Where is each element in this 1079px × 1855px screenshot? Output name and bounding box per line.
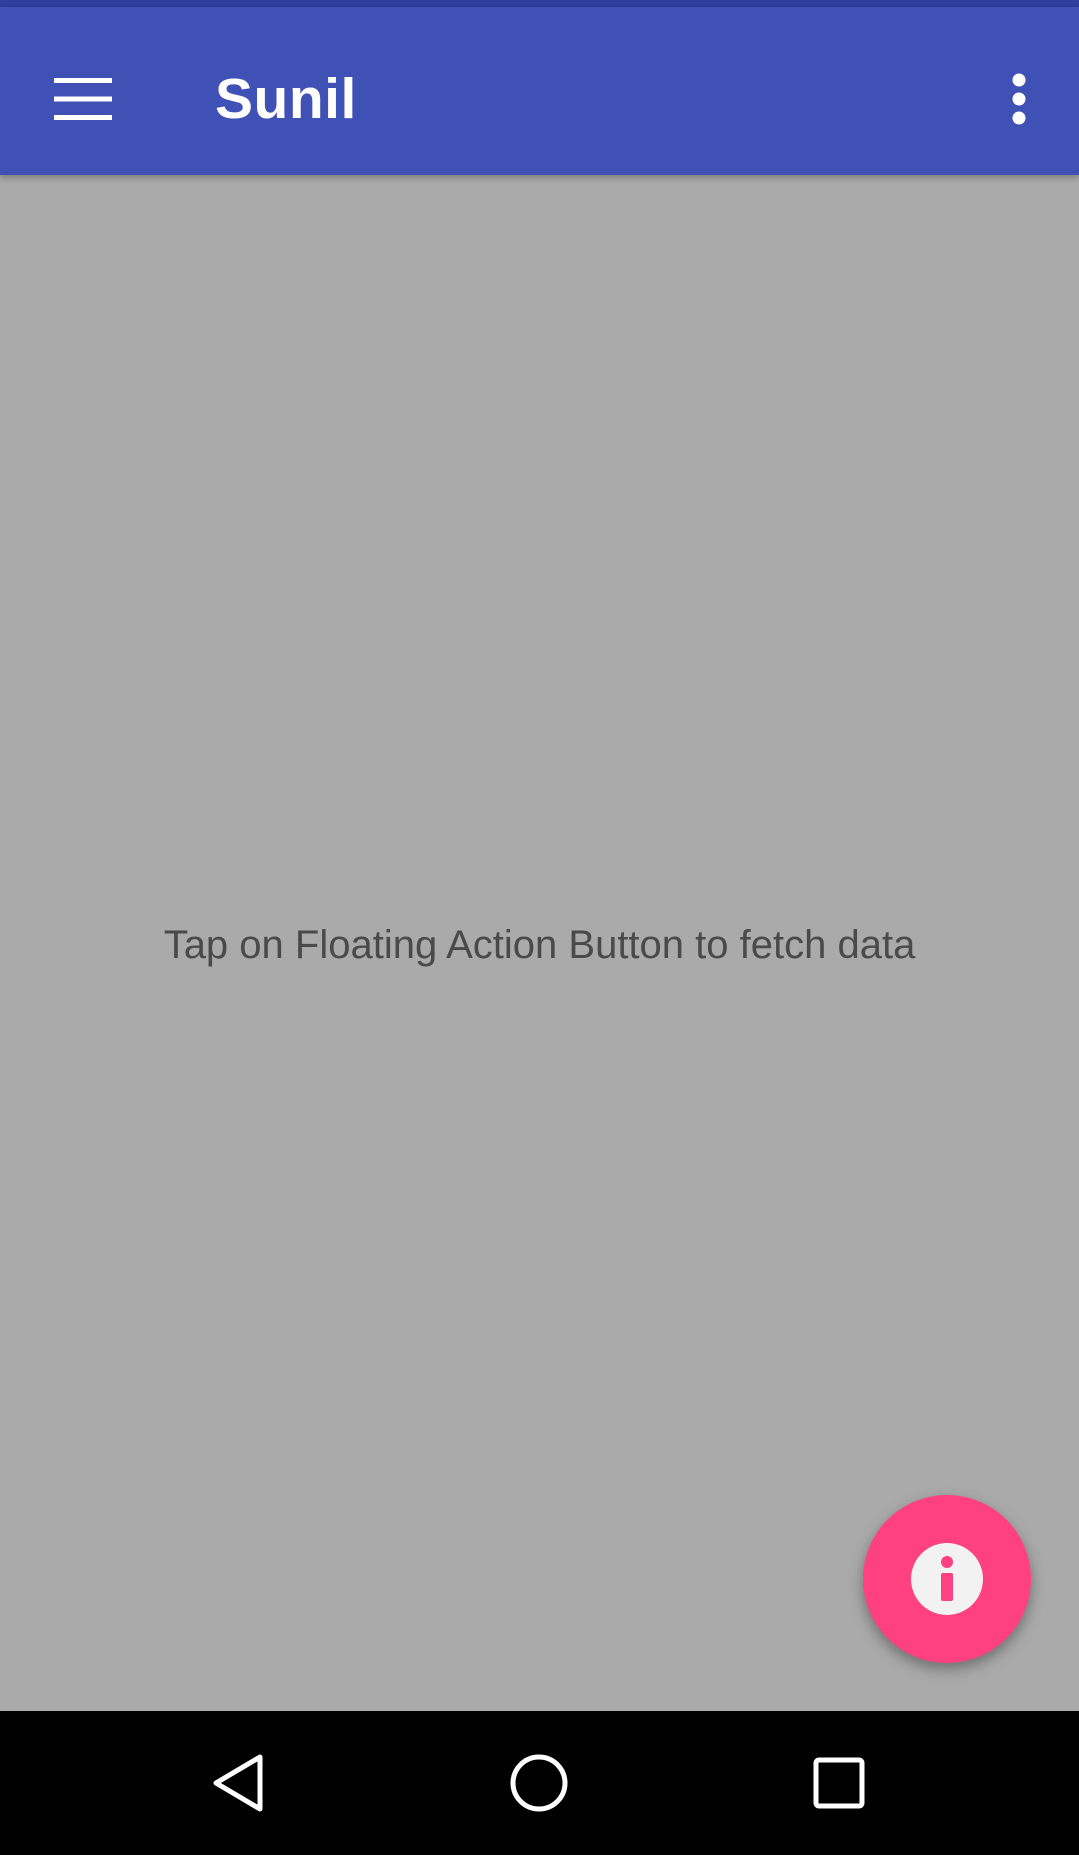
app-bar: Sunil xyxy=(0,7,1079,175)
app-title: Sunil xyxy=(215,67,357,131)
status-bar xyxy=(0,0,1079,7)
more-vertical-icon xyxy=(1012,73,1026,125)
app-screen: Sunil Tap on Floating Action Button to f… xyxy=(0,0,1079,1855)
empty-state-message: Tap on Floating Action Button to fetch d… xyxy=(163,923,916,967)
home-circle-icon xyxy=(510,1754,568,1812)
menu-button[interactable] xyxy=(30,46,136,152)
hamburger-menu-icon xyxy=(54,78,112,120)
info-icon xyxy=(911,1543,983,1615)
overflow-menu-button[interactable] xyxy=(979,46,1059,152)
main-content: Tap on Floating Action Button to fetch d… xyxy=(0,175,1079,1711)
nav-recents-button[interactable] xyxy=(789,1733,889,1833)
back-triangle-icon xyxy=(213,1754,263,1812)
nav-home-button[interactable] xyxy=(489,1733,589,1833)
fetch-data-fab[interactable] xyxy=(863,1495,1031,1663)
nav-back-button[interactable] xyxy=(190,1733,290,1833)
system-navigation-bar xyxy=(0,1711,1079,1855)
recents-square-icon xyxy=(813,1757,865,1809)
